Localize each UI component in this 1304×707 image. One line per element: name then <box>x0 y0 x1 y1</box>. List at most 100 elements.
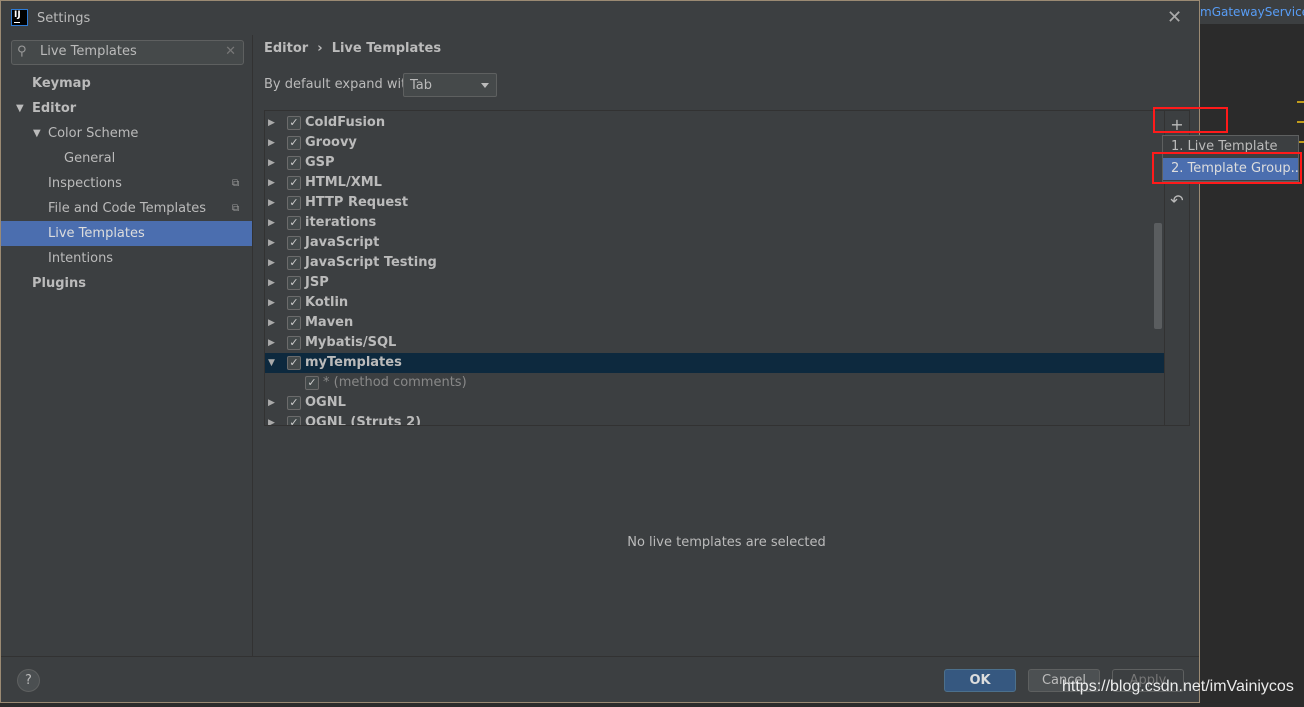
breadcrumb-separator: › <box>317 41 323 56</box>
restore-defaults-button[interactable]: ↶ <box>1165 191 1189 210</box>
sidebar-item-label: Editor <box>32 101 77 116</box>
collapsed-arrow-icon[interactable]: ▶ <box>268 413 275 425</box>
checkbox[interactable]: ✓ <box>287 116 301 130</box>
breadcrumb: Editor › Live Templates <box>264 41 441 56</box>
template-group-row[interactable]: ▶ ✓ Maven <box>265 313 1164 333</box>
help-button[interactable]: ? <box>17 669 40 692</box>
template-group-row[interactable]: ▶ ✓ JavaScript Testing <box>265 253 1164 273</box>
sidebar-item-file-and-code-templates[interactable]: File and Code Templates ⧉ <box>1 196 252 221</box>
sidebar-item-label: Plugins <box>32 276 86 291</box>
row-label: Maven <box>305 315 354 330</box>
collapsed-arrow-icon[interactable]: ▶ <box>268 333 275 353</box>
row-label: GSP <box>305 155 335 170</box>
checkbox[interactable]: ✓ <box>287 176 301 190</box>
project-scope-icon: ⧉ <box>232 178 240 189</box>
checkbox[interactable]: ✓ <box>287 416 301 425</box>
checkbox[interactable]: ✓ <box>305 376 319 390</box>
checkbox[interactable]: ✓ <box>287 216 301 230</box>
template-group-row[interactable]: ▶ ✓ JSP <box>265 273 1164 293</box>
template-groups-tree[interactable]: ▶ ✓ ColdFusion ▶ ✓ Groovy ▶ ✓ GSP ▶ ✓ HTML/XML ▶ ✓ HTT… <box>264 110 1165 426</box>
expand-with-dropdown[interactable]: Tab <box>403 73 497 97</box>
row-label: myTemplates <box>305 355 402 370</box>
sidebar-item-keymap[interactable]: Keymap <box>1 71 252 96</box>
template-row[interactable]: ✓ * (method comments) <box>265 373 1164 393</box>
search-input[interactable] <box>40 44 220 59</box>
row-label: * (method comments) <box>323 375 467 390</box>
template-group-row[interactable]: ▼ ✓ myTemplates <box>265 353 1164 373</box>
row-label: Kotlin <box>305 295 349 310</box>
template-group-row[interactable]: ▶ ✓ GSP <box>265 153 1164 173</box>
highlight-box-template-group <box>1152 152 1302 184</box>
template-group-row[interactable]: ▶ ✓ Groovy <box>265 133 1164 153</box>
checkbox[interactable]: ✓ <box>287 136 301 150</box>
checkbox[interactable]: ✓ <box>287 156 301 170</box>
checkbox[interactable]: ✓ <box>287 196 301 210</box>
sidebar-item-color-scheme[interactable]: ▼ Color Scheme <box>1 121 252 146</box>
row-label: iterations <box>305 215 377 230</box>
template-group-row[interactable]: ▶ ✓ OGNL <box>265 393 1164 413</box>
sidebar-item-label: Intentions <box>48 251 114 266</box>
template-group-row[interactable]: ▶ ✓ HTML/XML <box>265 173 1164 193</box>
checkbox[interactable]: ✓ <box>287 336 301 350</box>
breadcrumb-live-templates: Live Templates <box>331 41 442 56</box>
clear-icon[interactable]: ✕ <box>225 44 236 59</box>
checkbox[interactable]: ✓ <box>287 236 301 250</box>
breadcrumb-editor[interactable]: Editor <box>264 41 308 56</box>
checkbox[interactable]: ✓ <box>287 276 301 290</box>
project-scope-icon: ⧉ <box>232 203 240 214</box>
row-label: OGNL <box>305 395 346 410</box>
collapsed-arrow-icon[interactable]: ▶ <box>268 133 275 153</box>
template-group-row[interactable]: ▶ ✓ OGNL (Struts 2) <box>265 413 1164 426</box>
collapsed-arrow-icon[interactable]: ▶ <box>268 293 275 313</box>
checkbox[interactable]: ✓ <box>287 256 301 270</box>
template-group-row[interactable]: ▶ ✓ HTTP Request <box>265 193 1164 213</box>
background-editor-tab[interactable]: mGatewayService.j <box>1200 0 1304 24</box>
template-group-row[interactable]: ▶ ✓ Kotlin <box>265 293 1164 313</box>
template-group-row[interactable]: ▶ ✓ JavaScript <box>265 233 1164 253</box>
sidebar-item-general[interactable]: General <box>1 146 252 171</box>
template-group-row[interactable]: ▶ ✓ Mybatis/SQL <box>265 333 1164 353</box>
row-label: OGNL (Struts 2) <box>305 415 422 426</box>
highlight-box-add <box>1153 107 1228 133</box>
search-icon: ⚲ <box>17 44 27 59</box>
collapsed-arrow-icon[interactable]: ▶ <box>268 173 275 193</box>
collapsed-arrow-icon[interactable]: ▶ <box>268 193 275 213</box>
live-templates-panel: Editor › Live Templates By default expan… <box>254 35 1199 656</box>
template-group-row[interactable]: ▶ ✓ ColdFusion <box>265 113 1164 133</box>
checkbox[interactable]: ✓ <box>287 296 301 310</box>
collapsed-arrow-icon[interactable]: ▶ <box>268 233 275 253</box>
template-group-row[interactable]: ▶ ✓ iterations <box>265 213 1164 233</box>
checkbox[interactable]: ✓ <box>287 356 301 370</box>
sidebar-item-live-templates[interactable]: Live Templates <box>1 221 252 246</box>
row-label: JSP <box>305 275 329 290</box>
collapsed-arrow-icon[interactable]: ▶ <box>268 273 275 293</box>
sidebar-item-inspections[interactable]: Inspections ⧉ <box>1 171 252 196</box>
sidebar-item-label: Color Scheme <box>48 126 139 141</box>
ok-button[interactable]: OK <box>944 669 1016 692</box>
collapsed-arrow-icon[interactable]: ▶ <box>268 313 275 333</box>
sidebar-item-label: Inspections <box>48 176 122 191</box>
checkbox[interactable]: ✓ <box>287 396 301 410</box>
collapsed-arrow-icon[interactable]: ▶ <box>268 213 275 233</box>
empty-state-text: No live templates are selected <box>627 535 826 550</box>
collapsed-arrow-icon[interactable]: ▶ <box>268 253 275 273</box>
watermark-text: https://blog.csdn.net/imVainiycos <box>1062 678 1294 695</box>
collapsed-arrow-icon[interactable]: ▶ <box>268 393 275 413</box>
settings-sidebar: ⚲ ✕ Keymap ▼ Editor ▼ Color Scheme General… <box>1 35 253 656</box>
dropdown-value: Tab <box>410 78 433 93</box>
sidebar-item-label: File and Code Templates <box>48 201 206 216</box>
sidebar-item-label: Keymap <box>32 76 91 91</box>
collapsed-arrow-icon[interactable]: ▶ <box>268 153 275 173</box>
sidebar-item-editor[interactable]: ▼ Editor <box>1 96 252 121</box>
search-field[interactable]: ⚲ ✕ <box>11 40 244 65</box>
collapsed-arrow-icon[interactable]: ▶ <box>268 113 275 133</box>
expanded-arrow-icon[interactable]: ▼ <box>268 353 275 373</box>
sidebar-item-plugins[interactable]: Plugins <box>1 271 252 296</box>
expanded-arrow-icon[interactable]: ▼ <box>33 121 41 146</box>
checkbox[interactable]: ✓ <box>287 316 301 330</box>
sidebar-item-intentions[interactable]: Intentions <box>1 246 252 271</box>
editor-marker <box>1297 121 1304 123</box>
expanded-arrow-icon[interactable]: ▼ <box>16 96 24 121</box>
row-label: HTML/XML <box>305 175 382 190</box>
close-icon[interactable]: ✕ <box>1167 7 1182 28</box>
